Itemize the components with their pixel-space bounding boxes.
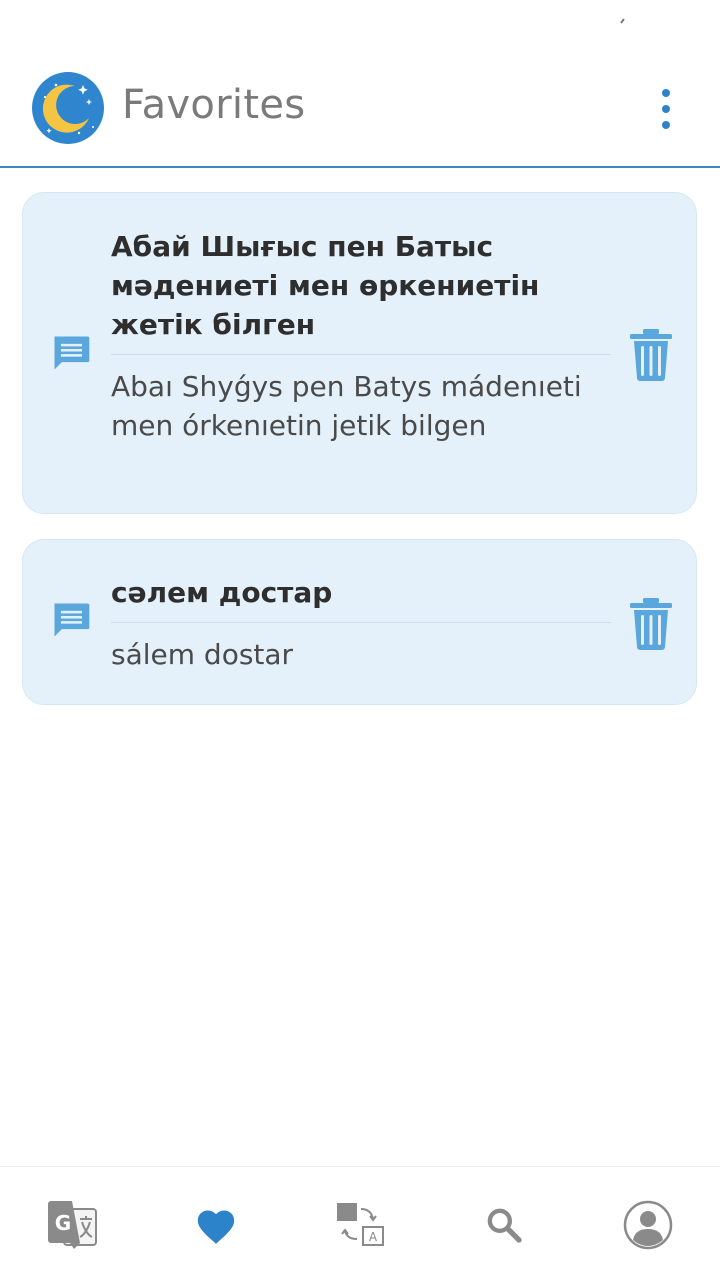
- favorites-screen: Favorites Абай Шығыс пен Батыс мәдениеті…: [0, 0, 720, 1280]
- source-phrase: сәлем достар: [111, 576, 333, 609]
- favorite-content: сәлем достар sálem dostar: [111, 573, 611, 674]
- favorite-card[interactable]: сәлем достар sálem dostar: [22, 539, 697, 705]
- status-bar: [0, 0, 720, 56]
- status-indicator: [620, 18, 625, 24]
- more-vertical-icon: [662, 89, 670, 97]
- bottom-navigation: G A: [0, 1166, 720, 1280]
- nav-favorites[interactable]: [188, 1197, 244, 1253]
- source-phrase: Абай Шығыс пен Батыс мәдениеті мен өркен…: [111, 230, 540, 341]
- heart-icon: [197, 1210, 235, 1244]
- svg-text:A: A: [369, 1230, 378, 1244]
- more-vertical-icon-dot: [662, 105, 670, 113]
- trash-icon[interactable]: [626, 327, 676, 381]
- page-title: Favorites: [122, 82, 306, 128]
- search-icon: [487, 1208, 522, 1243]
- crescent-moon-stars-logo: [32, 72, 104, 144]
- favorite-card[interactable]: Абай Шығыс пен Батыс мәдениеті мен өркен…: [22, 192, 697, 514]
- transliteration: sálem dostar: [111, 638, 294, 671]
- more-vertical-icon-dot: [662, 121, 670, 129]
- more-options-button[interactable]: [646, 82, 686, 136]
- favorite-content: Абай Шығыс пен Батыс мәдениеті мен өркен…: [111, 227, 611, 445]
- svg-text:G: G: [55, 1211, 71, 1235]
- transliteration: Abaı Shyǵys pen Batys mádenıeti men órke…: [111, 370, 582, 442]
- account-icon: [623, 1200, 673, 1250]
- nav-search[interactable]: [476, 1197, 532, 1253]
- chat-message-icon: [54, 336, 90, 370]
- chat-message-icon: [54, 603, 90, 637]
- app-header: Favorites: [0, 56, 720, 168]
- nav-translate[interactable]: G: [44, 1197, 100, 1253]
- google-translate-icon: G: [48, 1201, 97, 1249]
- trash-icon[interactable]: [626, 596, 676, 650]
- text-swap-icon: A: [337, 1203, 384, 1246]
- nav-profile[interactable]: [620, 1197, 676, 1253]
- nav-phrases[interactable]: A: [332, 1197, 388, 1253]
